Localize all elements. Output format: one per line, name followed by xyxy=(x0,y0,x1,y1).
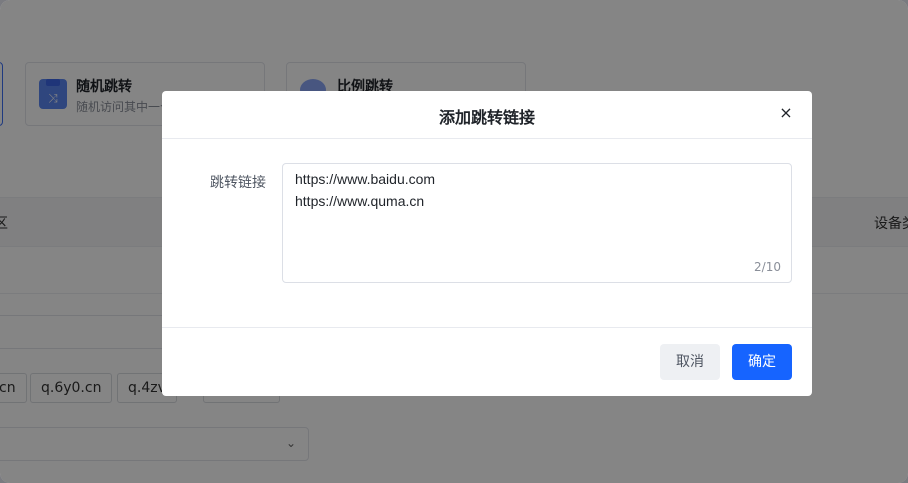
confirm-button[interactable]: 确定 xyxy=(732,344,792,380)
link-line: https://www.quma.cn xyxy=(295,193,425,209)
close-icon[interactable]: × xyxy=(776,103,796,123)
cancel-button[interactable]: 取消 xyxy=(660,344,720,380)
footer-divider xyxy=(162,327,812,328)
jump-link-label: 跳转链接 xyxy=(210,175,266,191)
jump-link-textarea[interactable]: https://www.baidu.com https://www.quma.c… xyxy=(282,163,792,283)
dialog-title: 添加跳转链接 xyxy=(438,108,535,127)
link-line: https://www.baidu.com xyxy=(295,171,436,187)
link-counter: 2/10 xyxy=(754,260,781,274)
add-jump-link-dialog: 添加跳转链接 × 跳转链接 https://www.baidu.com http… xyxy=(162,91,812,396)
dialog-header: 添加跳转链接 × xyxy=(162,91,812,139)
